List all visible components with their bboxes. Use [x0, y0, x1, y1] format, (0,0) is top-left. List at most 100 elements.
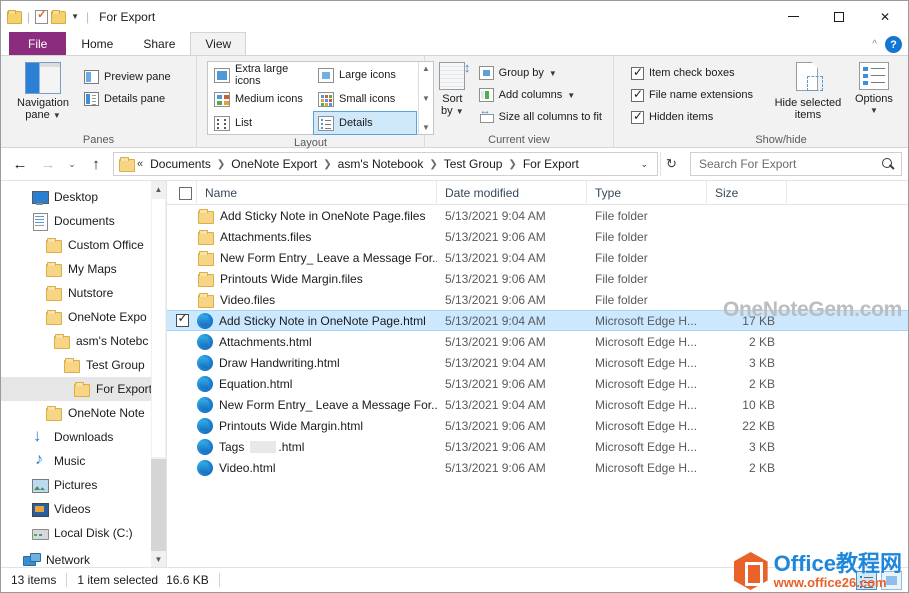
table-row[interactable]: Tags .html 5/13/2021 9:06 AM Microsoft E…: [167, 436, 908, 457]
options-button[interactable]: Options ▼: [846, 60, 902, 117]
breadcrumb-onenote-export[interactable]: OneNote Export: [228, 154, 320, 174]
sidebar-item-local-disk[interactable]: Local Disk (C:): [1, 521, 166, 545]
breadcrumb-overflow[interactable]: «: [135, 158, 147, 170]
new-folder-icon[interactable]: [51, 10, 66, 23]
breadcrumb-separator[interactable]: ❯: [214, 159, 228, 170]
search-box[interactable]: [690, 152, 902, 176]
search-input[interactable]: [697, 156, 882, 172]
up-button[interactable]: ↑: [83, 152, 109, 176]
column-header-type[interactable]: Type: [587, 181, 707, 205]
column-header-name[interactable]: ⌃ Name: [197, 181, 437, 205]
row-checkbox-cell[interactable]: [167, 457, 197, 478]
sidebar-item-for-export[interactable]: For Export: [1, 377, 166, 401]
file-name-extensions-toggle[interactable]: File name extensions: [626, 84, 758, 106]
tab-file[interactable]: File: [9, 32, 66, 55]
minimize-button[interactable]: [770, 1, 816, 32]
table-row[interactable]: Video.files 5/13/2021 9:06 AM File folde…: [167, 289, 908, 310]
refresh-button[interactable]: ↻: [660, 152, 682, 176]
row-name-cell[interactable]: Attachments.html: [197, 331, 437, 352]
row-checkbox-cell[interactable]: [167, 394, 197, 415]
row-name-cell[interactable]: Equation.html: [197, 373, 437, 394]
row-checkbox-cell[interactable]: [167, 289, 197, 310]
table-row[interactable]: Attachments.files 5/13/2021 9:06 AM File…: [167, 226, 908, 247]
search-icon[interactable]: [882, 158, 895, 171]
sort-by-button[interactable]: Sort by ▼: [431, 60, 474, 118]
breadcrumb-test-group[interactable]: Test Group: [441, 154, 506, 174]
sidebar-item-custom-office[interactable]: Custom Office: [1, 233, 166, 257]
navigation-pane-scrollbar[interactable]: ▲ ▼: [151, 181, 166, 567]
back-button[interactable]: ←: [7, 152, 33, 176]
row-checkbox-cell[interactable]: [167, 226, 197, 247]
row-name-cell[interactable]: Add Sticky Note in OneNote Page.files: [197, 205, 437, 226]
row-name-cell[interactable]: Tags .html: [197, 436, 437, 457]
row-name-cell[interactable]: Attachments.files: [197, 226, 437, 247]
row-name-cell[interactable]: New Form Entry_ Leave a Message For...: [197, 247, 437, 268]
row-name-cell[interactable]: Printouts Wide Margin.files: [197, 268, 437, 289]
folder-icon[interactable]: [7, 10, 22, 23]
table-row-selected[interactable]: Add Sticky Note in OneNote Page.html 5/1…: [167, 310, 908, 331]
chevron-up-icon[interactable]: ^: [872, 39, 877, 50]
group-by-button[interactable]: Group by ▼: [474, 62, 607, 84]
tab-home[interactable]: Home: [66, 32, 128, 55]
row-checkbox-cell[interactable]: [167, 352, 197, 373]
tab-share[interactable]: Share: [128, 32, 190, 55]
row-name-cell[interactable]: Video.html: [197, 457, 437, 478]
size-all-columns-button[interactable]: Size all columns to fit: [474, 106, 607, 128]
table-row[interactable]: Video.html 5/13/2021 9:06 AM Microsoft E…: [167, 457, 908, 478]
sidebar-item-documents[interactable]: Documents: [1, 209, 166, 233]
recent-locations-button[interactable]: ⌄: [63, 152, 81, 176]
tab-view[interactable]: View: [190, 32, 246, 55]
row-checkbox-cell[interactable]: [167, 247, 197, 268]
item-check-boxes-toggle[interactable]: Item check boxes: [626, 62, 758, 84]
add-columns-button[interactable]: Add columns ▼: [474, 84, 607, 106]
table-row[interactable]: New Form Entry_ Leave a Message For... 5…: [167, 394, 908, 415]
row-checkbox-cell[interactable]: [167, 415, 197, 436]
checkbox-icon[interactable]: [176, 314, 189, 327]
details-pane-button[interactable]: Details pane: [79, 88, 176, 110]
breadcrumb-separator[interactable]: ❯: [426, 159, 440, 170]
row-checkbox-cell[interactable]: [167, 436, 197, 457]
sidebar-item-my-maps[interactable]: My Maps: [1, 257, 166, 281]
preview-pane-button[interactable]: Preview pane: [79, 66, 176, 88]
sidebar-item-pictures[interactable]: Pictures: [1, 473, 166, 497]
sidebar-item-videos[interactable]: Videos: [1, 497, 166, 521]
table-row[interactable]: Printouts Wide Margin.files 5/13/2021 9:…: [167, 268, 908, 289]
breadcrumb-separator[interactable]: ❯: [505, 159, 519, 170]
sidebar-item-nutstore[interactable]: Nutstore: [1, 281, 166, 305]
sidebar-item-onenote-export[interactable]: OneNote Expo: [1, 305, 166, 329]
layout-details[interactable]: Details: [313, 111, 417, 135]
table-row[interactable]: Printouts Wide Margin.html 5/13/2021 9:0…: [167, 415, 908, 436]
hide-selected-items-button[interactable]: Hide selected items: [770, 60, 846, 121]
breadcrumb-documents[interactable]: Documents: [147, 154, 214, 174]
properties-icon[interactable]: [35, 10, 48, 24]
table-row[interactable]: New Form Entry_ Leave a Message For... 5…: [167, 247, 908, 268]
help-icon[interactable]: ?: [885, 36, 902, 53]
sidebar-item-network[interactable]: Network: [1, 545, 166, 567]
breadcrumb-asms-notebook[interactable]: asm's Notebook: [335, 154, 427, 174]
sidebar-item-asms-notebook[interactable]: asm's Notebc: [1, 329, 166, 353]
row-checkbox-cell[interactable]: [167, 373, 197, 394]
navigation-pane-button[interactable]: Navigation pane ▼: [7, 60, 79, 122]
table-row[interactable]: Equation.html 5/13/2021 9:06 AM Microsof…: [167, 373, 908, 394]
layout-extra-large-icons[interactable]: Extra large icons: [209, 63, 313, 87]
hidden-items-toggle[interactable]: Hidden items: [626, 106, 758, 128]
breadcrumb-separator[interactable]: ❯: [320, 159, 334, 170]
sidebar-item-test-group[interactable]: Test Group: [1, 353, 166, 377]
table-row[interactable]: Draw Handwriting.html 5/13/2021 9:04 AM …: [167, 352, 908, 373]
sidebar-item-music[interactable]: Music: [1, 449, 166, 473]
column-header-date-modified[interactable]: Date modified: [437, 181, 587, 205]
layout-large-icons[interactable]: Large icons: [313, 63, 417, 87]
large-icons-view-toggle[interactable]: [881, 571, 902, 590]
row-name-cell[interactable]: New Form Entry_ Leave a Message For...: [197, 394, 437, 415]
details-view-toggle[interactable]: [856, 571, 877, 590]
chevron-down-icon[interactable]: ⌄: [633, 159, 655, 170]
layout-medium-icons[interactable]: Medium icons: [209, 87, 313, 111]
chevron-down-icon[interactable]: ▼: [69, 12, 81, 21]
row-name-cell[interactable]: Draw Handwriting.html: [197, 352, 437, 373]
scroll-down-icon[interactable]: ▼: [151, 551, 166, 567]
breadcrumb-for-export[interactable]: For Export: [520, 154, 582, 174]
row-checkbox-cell[interactable]: [167, 268, 197, 289]
row-checkbox-cell[interactable]: [167, 205, 197, 226]
table-row[interactable]: Attachments.html 5/13/2021 9:06 AM Micro…: [167, 331, 908, 352]
breadcrumb[interactable]: « Documents ❯ OneNote Export ❯ asm's Not…: [113, 152, 658, 176]
